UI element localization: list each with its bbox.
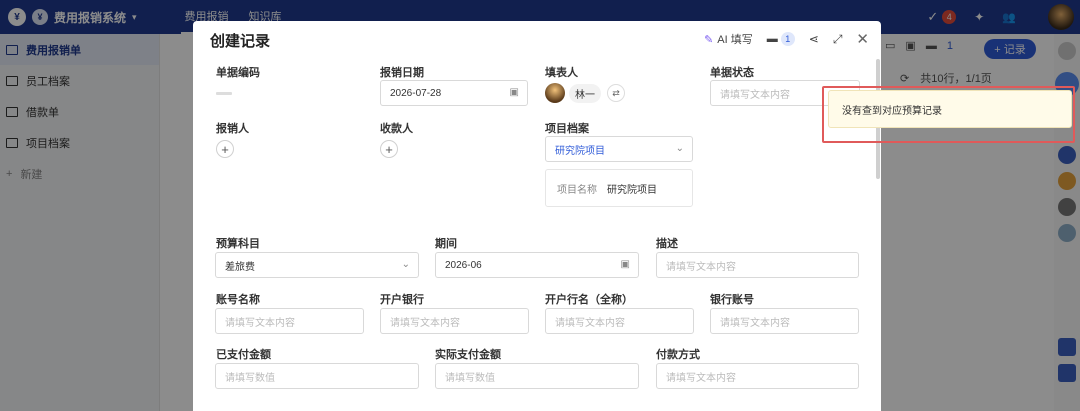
ai-fill-button[interactable]: ✎ AI 填写 — [704, 31, 753, 47]
budget-subject-label: 预算科目 — [216, 238, 260, 250]
dialog-title: 创建记录 — [210, 33, 271, 50]
calendar-icon: ▣ — [620, 259, 630, 270]
filler-name: 林一 — [569, 83, 601, 103]
project-name-key: 项目名称 — [557, 184, 597, 196]
period-value: 2026-06 — [445, 259, 482, 271]
report-date-picker[interactable]: 2026-07-28 ▣ — [380, 80, 528, 106]
paid-amount-placeholder: 请填写数值 — [225, 372, 275, 384]
filler-user-chip[interactable]: 林一 ⇄ — [545, 83, 625, 103]
project-name-value: 研究院项目 — [607, 184, 657, 196]
description-input[interactable]: 请填写文本内容 — [656, 252, 859, 278]
dialog-toolbar: ✎ AI 填写 ▬ 1 ⋖ ⤢ ✕ — [704, 30, 869, 48]
bank-label: 开户银行 — [380, 294, 424, 306]
inbox-icon: ▬ — [766, 33, 778, 45]
payment-method-input[interactable]: 请填写文本内容 — [656, 363, 859, 389]
budget-subject-value: 差旅费 — [225, 261, 255, 273]
account-name-label: 账号名称 — [216, 294, 260, 306]
bank-account-label: 银行账号 — [710, 294, 754, 306]
share-icon[interactable]: ⋖ — [809, 32, 819, 46]
bank-full-name-placeholder: 请填写文本内容 — [555, 317, 625, 329]
paid-amount-label: 已支付金额 — [216, 349, 271, 361]
doc-no-empty-value — [216, 92, 232, 95]
toast-text: 没有查到对应预算记录 — [842, 105, 942, 117]
bank-input[interactable]: 请填写文本内容 — [380, 308, 529, 334]
paid-amount-input[interactable]: 请填写数值 — [215, 363, 419, 389]
toast-message: 没有查到对应预算记录 — [828, 90, 1072, 128]
project-select[interactable]: 研究院项目 ⌄ — [545, 136, 693, 162]
reporter-label: 报销人 — [216, 123, 249, 135]
project-detail-card: 项目名称 研究院项目 — [545, 169, 693, 207]
create-record-dialog: 创建记录 ✎ AI 填写 ▬ 1 ⋖ ⤢ ✕ 单据编码 报销日期 2026-07-… — [193, 21, 881, 411]
filler-label: 填表人 — [545, 67, 578, 79]
bank-account-input[interactable]: 请填写文本内容 — [710, 308, 859, 334]
description-label: 描述 — [656, 238, 678, 250]
report-date-label: 报销日期 — [380, 67, 424, 79]
doc-no-label: 单据编码 — [216, 67, 260, 79]
add-reporter-button[interactable]: + — [216, 140, 234, 158]
calendar-icon: ▣ — [509, 87, 519, 98]
actual-paid-amount-label: 实际支付金额 — [435, 349, 501, 361]
payment-method-placeholder: 请填写文本内容 — [666, 372, 736, 384]
ai-fill-label: AI 填写 — [717, 34, 753, 46]
period-label: 期间 — [435, 238, 457, 250]
inbox-button[interactable]: ▬ 1 — [767, 32, 795, 46]
description-placeholder: 请填写文本内容 — [666, 261, 736, 273]
actual-paid-amount-input[interactable]: 请填写数值 — [435, 363, 639, 389]
doc-status-placeholder: 请填写文本内容 — [720, 89, 790, 101]
account-name-placeholder: 请填写文本内容 — [225, 317, 295, 329]
swap-user-icon[interactable]: ⇄ — [607, 84, 625, 102]
expand-icon[interactable]: ⤢ — [833, 32, 843, 47]
inbox-count-badge: 1 — [780, 32, 795, 46]
payee-label: 收款人 — [380, 123, 413, 135]
bank-full-name-label: 开户行名（全称） — [545, 294, 633, 306]
filler-avatar — [545, 83, 565, 103]
magic-wand-icon: ✎ — [704, 33, 714, 46]
account-name-input[interactable]: 请填写文本内容 — [215, 308, 364, 334]
period-picker[interactable]: 2026-06 ▣ — [435, 252, 639, 278]
doc-status-label: 单据状态 — [710, 67, 754, 79]
payment-method-label: 付款方式 — [656, 349, 700, 361]
close-icon[interactable]: ✕ — [856, 30, 869, 48]
budget-subject-select[interactable]: 差旅费 ⌄ — [215, 252, 419, 278]
report-date-value: 2026-07-28 — [390, 87, 442, 99]
bank-full-name-input[interactable]: 请填写文本内容 — [545, 308, 694, 334]
bank-placeholder: 请填写文本内容 — [390, 317, 460, 329]
project-label: 项目档案 — [545, 123, 589, 135]
project-value: 研究院项目 — [555, 145, 605, 157]
add-payee-button[interactable]: + — [380, 140, 398, 158]
chevron-down-icon: ⌄ — [675, 143, 684, 154]
chevron-down-icon: ⌄ — [401, 259, 410, 270]
actual-paid-amount-placeholder: 请填写数值 — [445, 372, 495, 384]
bank-account-placeholder: 请填写文本内容 — [720, 317, 790, 329]
